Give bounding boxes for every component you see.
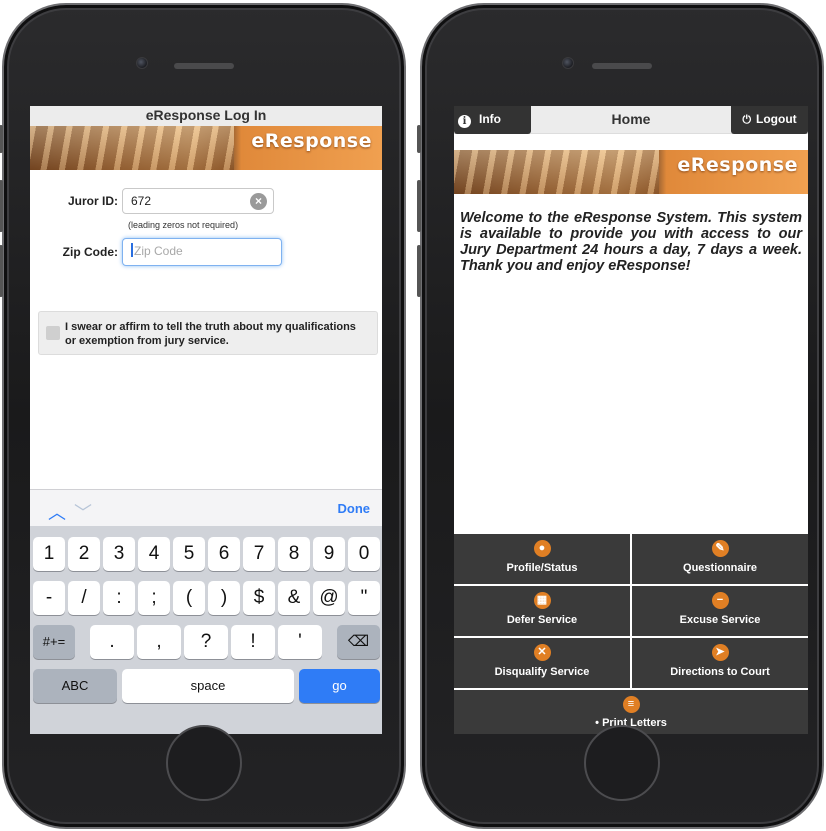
- bullet-icon: •: [595, 717, 599, 729]
- front-camera: [562, 57, 574, 69]
- key[interactable]: 9: [313, 537, 345, 571]
- earpiece: [174, 63, 234, 69]
- courtroom-seats-image: [454, 150, 660, 194]
- key[interactable]: @: [313, 581, 345, 615]
- space-key[interactable]: space: [122, 669, 294, 703]
- menu-item-label: Questionnaire: [683, 562, 757, 574]
- banner-brand: eResponse: [251, 130, 372, 152]
- volume-up-button: [417, 180, 421, 232]
- volume-down-button: [417, 245, 421, 297]
- volume-down-button: [0, 245, 3, 297]
- go-key[interactable]: go: [299, 669, 380, 703]
- key[interactable]: &: [278, 581, 310, 615]
- key[interactable]: $: [243, 581, 275, 615]
- navigation-arrow-icon: ➤: [711, 644, 729, 661]
- zip-code-label: Zip Code:: [62, 245, 118, 259]
- left-phone: eResponse Log In eResponse Juror ID: 672…: [0, 3, 406, 829]
- logout-button[interactable]: ⏻ Logout: [731, 106, 808, 134]
- symbols-key[interactable]: #+=: [33, 625, 75, 659]
- front-camera: [136, 57, 148, 69]
- menu-item-label: Defer Service: [506, 614, 578, 626]
- oath-text: I swear or affirm to tell the truth abou…: [65, 321, 356, 347]
- power-icon: ⏻: [742, 114, 752, 126]
- banner-brand: eResponse: [677, 154, 798, 176]
- zip-code-input[interactable]: Zip Code: [122, 238, 282, 266]
- eresponse-banner: eResponse: [454, 150, 808, 194]
- login-screen: eResponse Log In eResponse Juror ID: 672…: [30, 106, 382, 734]
- key[interactable]: 4: [138, 537, 170, 571]
- juror-id-label: Juror ID:: [67, 194, 118, 208]
- minus-icon: −: [711, 592, 729, 609]
- key[interactable]: ;: [138, 581, 170, 615]
- key[interactable]: 0: [348, 537, 380, 571]
- key[interactable]: .: [90, 625, 134, 659]
- key[interactable]: 8: [278, 537, 310, 571]
- right-phone: i Info Home ⏻ Logout eResponse Welcome to …: [417, 3, 824, 829]
- key[interactable]: 6: [208, 537, 240, 571]
- key[interactable]: 5: [173, 537, 205, 571]
- key[interactable]: ?: [184, 625, 228, 659]
- menu-item-label: Disqualify Service: [494, 666, 590, 678]
- eresponse-banner: eResponse: [30, 126, 382, 170]
- text-caret: [131, 243, 133, 257]
- menu-item-label: Profile/Status: [506, 562, 578, 574]
- key[interactable]: ): [208, 581, 240, 615]
- key[interactable]: ': [278, 625, 322, 659]
- oath-checkbox-row[interactable]: I swear or affirm to tell the truth abou…: [38, 311, 378, 355]
- juror-id-hint: (leading zeros not required): [128, 220, 239, 230]
- mute-switch: [0, 125, 3, 153]
- home-screen: i Info Home ⏻ Logout eResponse Welcome to …: [454, 106, 808, 734]
- menu-item-directions-to-court[interactable]: ➤ Directions to Court: [632, 638, 808, 688]
- key[interactable]: 7: [243, 537, 275, 571]
- key[interactable]: 1: [33, 537, 65, 571]
- zip-code-placeholder: Zip Code: [134, 244, 183, 258]
- clear-icon[interactable]: ×: [250, 193, 267, 210]
- key[interactable]: :: [103, 581, 135, 615]
- menu-item-label: Directions to Court: [670, 666, 770, 678]
- page-title: eResponse Log In: [30, 106, 382, 126]
- home-button[interactable]: [166, 725, 242, 801]
- pencil-icon: ✎: [711, 540, 729, 557]
- key[interactable]: ,: [137, 625, 181, 659]
- oath-checkbox[interactable]: [46, 326, 60, 340]
- menu-item-label: Excuse Service: [679, 614, 761, 626]
- logout-label: Logout: [756, 112, 797, 126]
- chevron-down-icon[interactable]: ﹀: [74, 499, 92, 525]
- keyboard-toolbar: ︿ ﹀ Done: [30, 489, 382, 526]
- menu-item-disqualify-service[interactable]: ✕ Disqualify Service: [454, 638, 630, 688]
- zip-code-row: Zip Code: Zip Code: [48, 238, 282, 266]
- top-bar: i Info Home ⏻ Logout: [454, 106, 808, 134]
- earpiece: [592, 63, 652, 69]
- person-icon: ●: [533, 540, 551, 557]
- x-icon: ✕: [533, 644, 551, 661]
- key[interactable]: /: [68, 581, 100, 615]
- list-icon: ≡: [622, 696, 640, 713]
- backspace-icon: ⌫: [347, 633, 370, 650]
- menu-item-profile-status[interactable]: ● Profile/Status: [454, 534, 630, 584]
- backspace-key[interactable]: ⌫: [337, 625, 380, 659]
- mute-switch: [417, 125, 421, 153]
- menu-item-questionnaire[interactable]: ✎ Questionnaire: [632, 534, 808, 584]
- juror-id-input[interactable]: 672 ×: [122, 188, 274, 214]
- key[interactable]: ": [348, 581, 380, 615]
- volume-up-button: [0, 180, 3, 232]
- juror-id-row: Juror ID: 672 ×: [48, 188, 274, 214]
- home-button[interactable]: [584, 725, 660, 801]
- key[interactable]: -: [33, 581, 65, 615]
- key[interactable]: 3: [103, 537, 135, 571]
- welcome-message: Welcome to the eResponse System. This sy…: [460, 210, 802, 274]
- main-menu: ● Profile/Status ✎ Questionnaire ▦ Defer…: [454, 534, 808, 734]
- done-button[interactable]: Done: [338, 501, 371, 516]
- numeric-keyboard: 1 2 3 4 5 6 7 8 9 0 - / : ; ( ) $ & @ " …: [30, 526, 382, 734]
- menu-item-defer-service[interactable]: ▦ Defer Service: [454, 586, 630, 636]
- courtroom-seats-image: [30, 126, 235, 170]
- abc-key[interactable]: ABC: [33, 669, 117, 703]
- key[interactable]: (: [173, 581, 205, 615]
- key[interactable]: 2: [68, 537, 100, 571]
- calendar-icon: ▦: [533, 592, 551, 609]
- juror-id-value: 672: [131, 194, 152, 208]
- chevron-up-icon[interactable]: ︿: [48, 499, 66, 525]
- menu-item-excuse-service[interactable]: − Excuse Service: [632, 586, 808, 636]
- key[interactable]: !: [231, 625, 275, 659]
